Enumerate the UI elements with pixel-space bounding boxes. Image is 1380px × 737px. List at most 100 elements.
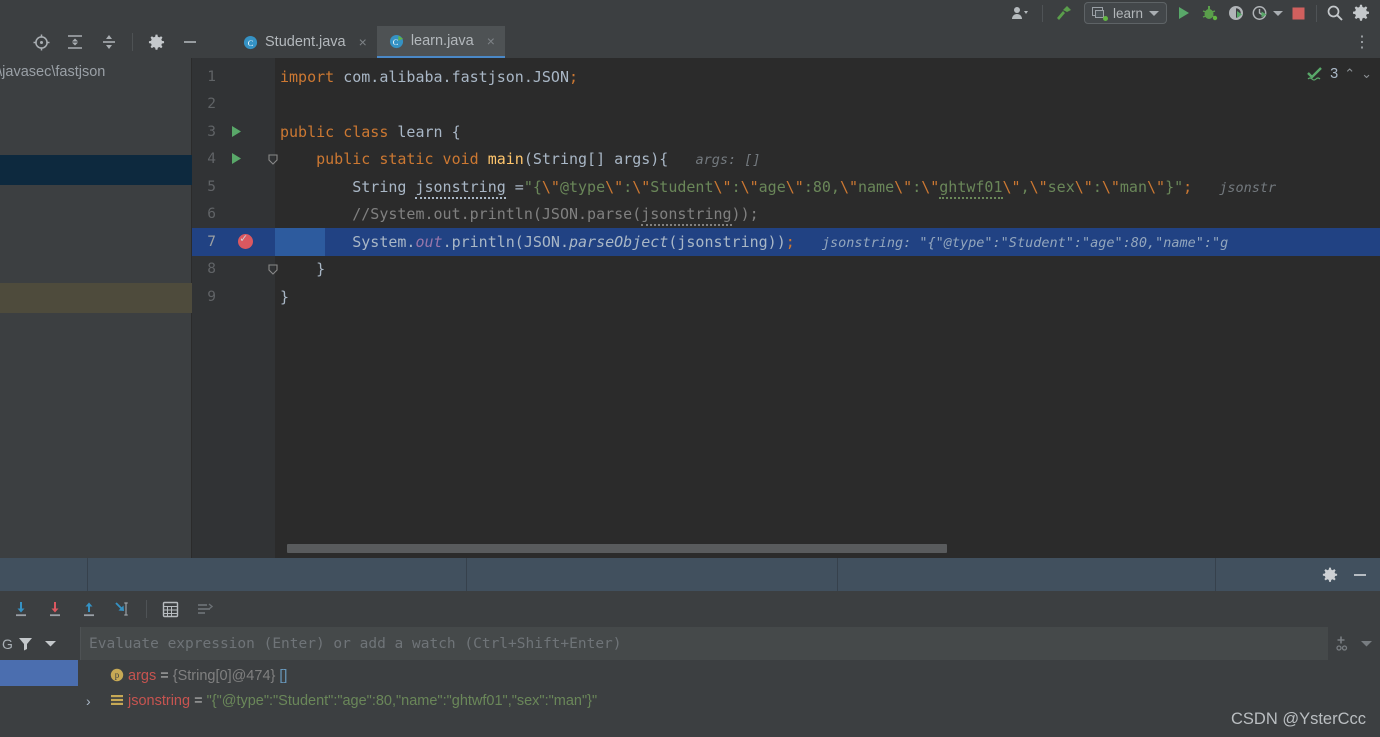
watch-actions <box>1328 627 1380 660</box>
code-text: String jsonstring ="{\"@type\":\"Student… <box>280 177 1276 199</box>
debug-header-icons <box>1322 567 1380 583</box>
expand-arrow-icon[interactable]: › <box>86 693 91 709</box>
evaluate-expression-button[interactable] <box>153 592 187 626</box>
gutter-run-icon[interactable] <box>230 125 244 139</box>
scrollbar-thumb[interactable] <box>287 544 947 553</box>
horizontal-scrollbar[interactable] <box>275 543 1375 554</box>
code-text: public static void main(String[] args){ … <box>316 150 761 169</box>
code-line[interactable]: 5 String jsonstring ="{\"@type\":\"Stude… <box>192 173 1380 201</box>
line-number: 2 <box>207 96 216 113</box>
run-coverage-button[interactable] <box>1223 2 1249 24</box>
variable-text: args = {String[0]@474} [] <box>128 668 288 684</box>
variable-row[interactable]: › jsonstring = "{"@type":"Student":"age":… <box>0 688 1380 714</box>
line-number: 3 <box>207 123 216 140</box>
code-line[interactable]: 3 public class learn { <box>192 118 1380 146</box>
run-to-cursor-button[interactable] <box>106 592 140 626</box>
project-toolbar-buttons <box>0 27 207 57</box>
project-selected-row[interactable] <box>0 155 192 185</box>
search-everywhere-button[interactable] <box>1322 2 1348 24</box>
code-fold-icon[interactable] <box>268 264 278 275</box>
toolbar-separator-2 <box>1316 4 1317 22</box>
line-number: 7 <box>207 233 216 250</box>
settings-gear-icon[interactable] <box>1322 567 1338 583</box>
chevron-down-icon <box>1149 10 1159 16</box>
chevron-down-icon[interactable] <box>44 639 57 648</box>
inspection-widget[interactable]: 3 ⌃ ⌄ <box>1306 66 1372 82</box>
run-config-label: learn <box>1112 5 1143 21</box>
breakpoint-icon[interactable] <box>238 231 253 249</box>
close-icon[interactable]: × <box>487 33 495 49</box>
debug-header-cell-4 <box>838 558 1216 591</box>
project-modified-row[interactable] <box>0 283 192 313</box>
debugger-variables-panel[interactable]: p args = {String[0]@474} [] › jsonstring = … <box>0 660 1380 737</box>
close-icon[interactable]: × <box>359 34 367 50</box>
collapse-all-icon[interactable] <box>92 27 126 57</box>
minimize-icon[interactable] <box>1352 567 1368 583</box>
step-into-button[interactable] <box>38 592 72 626</box>
hammer-build-icon[interactable] <box>1048 2 1080 24</box>
run-button[interactable] <box>1171 2 1197 24</box>
step-over-button[interactable] <box>4 592 38 626</box>
filter-icon[interactable] <box>17 635 34 652</box>
debug-button[interactable] <box>1197 2 1223 24</box>
add-watch-icon[interactable] <box>1335 635 1352 652</box>
line-number: 6 <box>207 206 216 223</box>
evaluate-input[interactable]: Evaluate expression (Enter) or add a wat… <box>80 627 1328 660</box>
code-line[interactable]: 7 System.out.println(JSON.parseObject(js… <box>192 228 1380 256</box>
watches-filter-group: G <box>0 627 80 660</box>
chevron-up-icon[interactable]: ⌃ <box>1344 66 1355 82</box>
filter-group-label: G <box>2 635 13 652</box>
code-lines[interactable]: 1 import com.alibaba.fastjson.JSON; 2 3 publ… <box>192 58 1380 558</box>
code-line[interactable]: 4 public static void main(String[] args)… <box>192 146 1380 174</box>
gear-icon[interactable] <box>139 27 173 57</box>
variable-row[interactable]: p args = {String[0]@474} [] <box>0 663 1380 689</box>
editor-tab-learn[interactable]: C learn.java × <box>376 26 505 58</box>
gutter-run-icon[interactable] <box>230 152 244 166</box>
step-out-button[interactable] <box>72 592 106 626</box>
code-editor[interactable]: 1 import com.alibaba.fastjson.JSON; 2 3 publ… <box>192 58 1380 558</box>
code-text: public class learn { <box>280 122 461 141</box>
tab-overflow-icon[interactable]: ⋮ <box>1354 32 1380 52</box>
line-number: 9 <box>207 288 216 305</box>
svg-text:C: C <box>248 37 254 47</box>
code-line[interactable]: 2 <box>192 91 1380 119</box>
chevron-down-icon[interactable] <box>1360 639 1373 648</box>
profiler-button[interactable] <box>1249 2 1271 24</box>
main-toolbar: learn <box>0 0 1380 26</box>
line-number: 1 <box>207 68 216 85</box>
inspection-count: 3 <box>1330 66 1339 82</box>
profiler-dropdown-icon[interactable] <box>1271 2 1285 24</box>
code-line[interactable]: 9} <box>192 283 1380 311</box>
code-line[interactable]: 8 } <box>192 256 1380 284</box>
debug-header-cell-1 <box>0 558 88 591</box>
user-avatar-icon[interactable] <box>1003 2 1037 24</box>
editor-tab-student[interactable]: C Student.java × <box>231 26 377 58</box>
editor-tab-label: learn.java <box>410 33 474 49</box>
code-fold-icon[interactable] <box>268 154 278 165</box>
locate-icon[interactable] <box>24 27 58 57</box>
mute-breakpoints-button[interactable] <box>187 592 221 626</box>
minimize-icon[interactable] <box>173 27 207 57</box>
idea-window: learn C Student.java × C learn.java × ⋮ … <box>0 0 1380 737</box>
parameter-icon: p <box>110 668 124 682</box>
chevron-down-icon[interactable]: ⌄ <box>1361 66 1372 82</box>
run-configuration-selector[interactable]: learn <box>1083 2 1167 24</box>
code-text: } <box>280 287 290 306</box>
debug-header-cell-2 <box>88 558 467 591</box>
toolbar-right-group: learn <box>1003 0 1374 26</box>
code-line[interactable]: 6 //System.out.println(JSON.parse(jsonst… <box>192 201 1380 229</box>
project-path-label: op\javasec\fastjson <box>0 64 106 80</box>
tabbar-separator <box>132 33 133 51</box>
toolbar-separator <box>1041 4 1043 22</box>
editor-tab-bar: C Student.java × C learn.java × ⋮ <box>0 26 1380 58</box>
stop-button[interactable] <box>1285 2 1311 24</box>
expand-all-icon[interactable] <box>58 27 92 57</box>
code-text: //System.out.println(JSON.parse(jsonstri… <box>280 205 759 227</box>
editor-tab-label: Student.java <box>265 34 346 50</box>
watermark: CSDN @YsterCcc <box>1230 710 1366 728</box>
settings-button[interactable] <box>1348 2 1374 24</box>
project-tool-window[interactable]: op\javasec\fastjson <box>0 58 192 558</box>
local-variable-icon <box>110 693 124 707</box>
line-number: 8 <box>207 261 216 278</box>
code-line[interactable]: 1 import com.alibaba.fastjson.JSON; <box>192 63 1380 91</box>
